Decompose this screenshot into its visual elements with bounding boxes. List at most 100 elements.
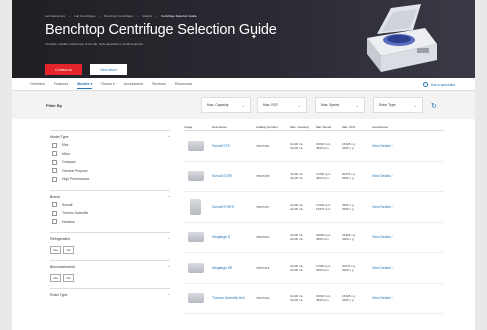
filter-group-header[interactable]: Rotor Type − [50,288,170,299]
product-name-link[interactable]: Sorvall ST8 [212,144,256,148]
sparkle-icon: ✦ [251,34,257,41]
tab-overview[interactable]: Overview [30,82,45,86]
column-header: Accessories [372,124,389,129]
filter-group-header[interactable]: Model Type − [50,130,170,141]
speed-value: 4500 rpm [316,176,329,181]
view-details-link[interactable]: View Details › [372,144,412,148]
view-details-link[interactable]: View Details › [372,296,412,300]
contact-us-button[interactable]: Contact us [45,64,82,75]
checkbox[interactable] [52,168,57,174]
filter-option-label: Sorvall [62,202,73,207]
tab-resources[interactable]: Resources [175,82,192,86]
filter-group-header[interactable]: Brand − [50,189,170,201]
filter-option[interactable]: Sorvall [50,201,170,210]
breadcrumb: Lab Equipment › Lab Centrifuges › Benchtop… [45,14,197,18]
filter-group-title: Rotor Type [50,293,68,297]
filter-group-header[interactable]: Biocontainment − [50,260,170,271]
reset-filters-icon[interactable]: ↻ [431,102,437,110]
product-name-link[interactable]: Megafuge 8 [212,235,256,239]
filter-option[interactable]: Compact [50,158,170,167]
no-toggle[interactable]: No [63,274,74,282]
product-thumbnail[interactable] [188,171,204,182]
capacity-value: 4x145 mL [290,145,304,150]
catalog-number: 75007207 [256,204,270,209]
rcf-value: 3260 x g [342,206,354,211]
view-details-link[interactable]: View Details › [372,266,412,270]
ask-specialist-link[interactable]: Ask a specialist [422,82,455,87]
no-toggle[interactable]: No [63,246,74,254]
view-details-link[interactable]: View Details › [372,174,412,178]
speed-value: 4500 rpm [316,298,329,303]
rotor-type-select[interactable]: Rotor Type ⌄ [373,97,423,113]
chevron-down-icon: ⌄ [413,102,417,108]
filter-option[interactable]: Thermo Scientific [50,209,170,218]
breadcrumb-item[interactable]: Models [142,14,152,18]
rcf-value: 3260 x g [342,176,354,181]
max-speed-select[interactable]: Max. Speed ⌄ [315,97,365,113]
breadcrumb-current: Centrifuge Selection Guide [160,14,197,18]
filter-option-label: Thermo Scientific [62,211,89,216]
tab-accessories[interactable]: Accessories [124,82,143,86]
catalog-number: 75007200 [256,143,270,148]
capacity-value: 4x145 mL [290,298,304,303]
product-thumbnail[interactable] [188,262,204,273]
checkbox[interactable] [52,210,57,216]
filter-group-header[interactable]: Refrigerated − [50,232,170,243]
breadcrumb-item[interactable]: Lab Equipment [45,14,65,18]
filter-option-label: Mini [62,143,69,148]
checkbox[interactable] [52,202,57,208]
product-thumbnail[interactable] [190,198,201,215]
product-thumbnail[interactable] [188,140,204,151]
breadcrumb-item[interactable]: Lab Centrifuges [74,14,95,18]
max-capacity-select[interactable]: Max. Capacity ⌄ [201,97,251,113]
checkbox[interactable] [52,142,57,148]
hero-subtitle: Versatile, reliable workhorses of the la… [45,42,144,46]
checkbox[interactable] [52,219,57,225]
tab-models[interactable]: Models ▾ [77,82,93,89]
collapse-icon: − [167,293,170,297]
yes-toggle[interactable]: Yes [50,246,61,254]
table-row: Thermo Scientific 8x4 75007224 4x100 mL 4x1… [184,284,444,314]
rcf-value: 3260 x g [342,237,354,242]
filter-bar: Filter By Max. Capacity ⌄ Max. RCF ⌄ Max. … [12,91,475,119]
capacity-value: 4x145 mL [290,267,304,272]
chat-icon [422,82,428,87]
product-name-link[interactable]: Megafuge 8R [212,266,256,270]
filter-option[interactable]: Heraeus [50,218,170,227]
product-thumbnail[interactable] [188,232,204,243]
speed-value: 4500 rpm [316,145,329,150]
checkbox[interactable] [52,176,57,182]
chevron-down-icon: ⌄ [297,102,301,108]
yes-toggle[interactable]: Yes [50,274,61,282]
filter-group-rotor-type: Rotor Type − [50,288,170,299]
capacity-value: 4x145 mL [290,176,304,181]
max-rcf-select[interactable]: Max. RCF ⌄ [257,97,307,113]
table-row: Sorvall ST8 75007200 4x100 mL 4x145 mL 15000… [184,131,444,162]
product-thumbnail[interactable] [188,293,204,304]
ask-specialist-label: Ask a specialist [430,82,455,87]
product-name-link[interactable]: Thermo Scientific 8x4 [212,296,256,300]
breadcrumb-item[interactable]: Benchtop Centrifuges [104,14,133,18]
checkbox[interactable] [52,159,57,165]
filter-option-label: Heraeus [62,219,75,224]
filter-option[interactable]: High Performance [50,175,170,184]
tab-services[interactable]: Services [152,82,166,86]
checkbox[interactable] [52,151,57,157]
view-demo-button[interactable]: View demo [90,64,127,75]
table-header: Image Description Catalog Number Max. Ca… [184,123,444,131]
tab-rotors[interactable]: Rotors ▾ [101,82,114,86]
product-name-link[interactable]: Sorvall ST8R [212,174,256,178]
filter-option[interactable]: Micro [50,150,170,159]
view-details-link[interactable]: View Details › [372,235,412,239]
catalog-number: 75007205 [256,174,270,179]
hero-banner: Lab Equipment › Lab Centrifuges › Benchtop… [12,0,475,78]
rcf-value: 3260 x g [342,145,354,150]
filter-option[interactable]: General Purpose [50,167,170,176]
filter-group-title: Biocontainment [50,265,75,269]
product-name-link[interactable]: Sorvall ST8FR [212,205,256,209]
view-details-link[interactable]: View Details › [372,205,412,209]
column-header: Max. RCF [342,124,356,129]
filter-option[interactable]: Mini [50,141,170,150]
tab-features[interactable]: Features [54,82,68,86]
catalog-number: 75007224 [256,296,270,301]
